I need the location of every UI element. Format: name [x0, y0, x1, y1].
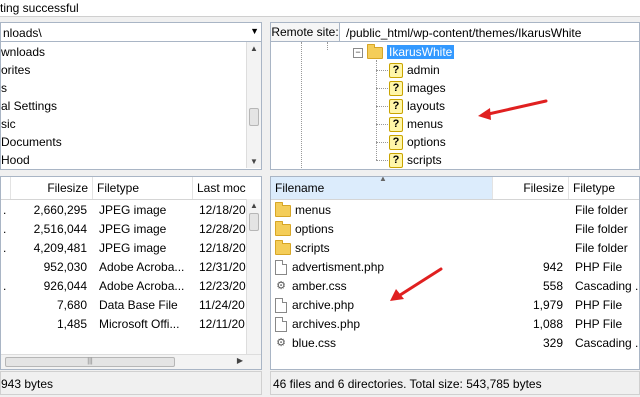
tree-node[interactable]: ? layouts	[389, 97, 445, 115]
tree-branch	[376, 88, 388, 89]
tree-item[interactable]: Documents	[1, 133, 62, 151]
local-list-hscrollbar[interactable]: ||| ▶	[1, 354, 261, 369]
column-header-filesize[interactable]: Filesize	[493, 177, 569, 199]
local-list-scrollbar[interactable]: ▲	[246, 199, 261, 355]
php-file-icon	[275, 298, 287, 314]
remote-path-text: /public_html/wp-content/themes/IkarusWhi…	[346, 26, 582, 40]
table-row[interactable]: archives.php 1,088 PHP File	[271, 315, 639, 334]
folder-icon	[275, 220, 291, 236]
scroll-up-icon[interactable]: ▲	[247, 201, 261, 210]
php-file-icon	[275, 317, 287, 333]
tree-node[interactable]: ? menus	[389, 115, 443, 133]
php-file-icon	[275, 260, 287, 276]
tree-item[interactable]: sic	[1, 115, 16, 133]
table-row[interactable]: scripts File folder	[271, 239, 639, 258]
message-log: ting successful	[0, 0, 640, 17]
column-header-filetype[interactable]: Filetype	[93, 177, 193, 199]
folder-open-icon	[367, 43, 383, 59]
local-path-text: nloads\	[3, 26, 42, 40]
dropdown-arrow-icon[interactable]: ▼	[250, 26, 259, 36]
css-file-icon: ⚙	[276, 280, 286, 293]
remote-site-label: Remote site:	[270, 22, 340, 42]
unknown-folder-icon: ?	[389, 63, 403, 79]
table-row[interactable]: . 2,660,295 JPEG image 12/18/20	[1, 201, 261, 220]
column-header-lastmod[interactable]: Last moc	[193, 177, 261, 199]
table-row[interactable]: . 4,209,481 JPEG image 12/18/20	[1, 239, 261, 258]
tree-node[interactable]: ? admin	[389, 61, 440, 79]
tree-branch	[376, 142, 388, 143]
tree-item[interactable]: wnloads	[1, 43, 45, 61]
scroll-thumb[interactable]: |||	[5, 357, 175, 367]
tree-guide-line	[327, 42, 328, 50]
table-row[interactable]: menus File folder	[271, 201, 639, 220]
scroll-right-icon[interactable]: ▶	[237, 356, 243, 365]
tree-node[interactable]: ? scripts	[389, 151, 442, 169]
tree-item[interactable]: al Settings	[1, 97, 57, 115]
unknown-folder-icon: ?	[389, 117, 403, 133]
table-row[interactable]: options File folder	[271, 220, 639, 239]
folder-icon	[275, 201, 291, 217]
column-header-filesize[interactable]: Filesize	[11, 177, 93, 199]
unknown-folder-icon: ?	[389, 153, 403, 169]
local-tree-scrollbar[interactable]: ▲ ▼	[246, 42, 261, 168]
column-header-filetype[interactable]: Filetype	[569, 177, 639, 199]
table-row[interactable]: archive.php 1,979 PHP File	[271, 296, 639, 315]
local-file-list[interactable]: Filesize Filetype Last moc . 2,660,295 J…	[0, 176, 262, 370]
unknown-folder-icon: ?	[389, 135, 403, 151]
table-row[interactable]: 952,030 Adobe Acroba... 12/31/20	[1, 258, 261, 277]
local-directory-tree[interactable]: wnloads orites s al Settings sic Documen…	[0, 42, 262, 170]
tree-branch	[376, 124, 388, 125]
column-header-filename[interactable]	[1, 177, 11, 199]
tree-node[interactable]: ? images	[389, 79, 446, 97]
css-file-icon: ⚙	[276, 337, 286, 350]
remote-directory-tree[interactable]: − IkarusWhite ? admin ? images ? layouts ? m…	[270, 42, 640, 170]
tree-item[interactable]: orites	[1, 61, 30, 79]
tree-node[interactable]: ? options	[389, 133, 446, 151]
tree-branch	[376, 106, 388, 107]
table-row[interactable]: advertisment.php 942 PHP File	[271, 258, 639, 277]
table-row[interactable]: . 926,044 Adobe Acroba... 12/23/20	[1, 277, 261, 296]
remote-path-combobox[interactable]: /public_html/wp-content/themes/IkarusWhi…	[340, 22, 640, 42]
sort-ascending-icon: ▲	[379, 176, 387, 183]
unknown-folder-icon: ?	[389, 99, 403, 115]
status-message: ting successful	[0, 1, 79, 15]
tree-node-root[interactable]: IkarusWhite	[367, 43, 455, 61]
table-row[interactable]: ⚙ amber.css 558 Cascading ...	[271, 277, 639, 296]
tree-branch	[376, 70, 388, 71]
scroll-thumb[interactable]	[249, 108, 259, 126]
unknown-folder-icon: ?	[389, 81, 403, 97]
tree-branch	[376, 160, 388, 161]
tree-item[interactable]: s	[1, 79, 7, 97]
remote-list-header: Filename ▲ Filesize Filetype	[271, 177, 639, 200]
table-row[interactable]: 7,680 Data Base File 11/24/20	[1, 296, 261, 315]
collapse-toggle-icon[interactable]: −	[353, 48, 363, 58]
remote-file-list[interactable]: Filename ▲ Filesize Filetype menus File …	[270, 176, 640, 370]
table-row[interactable]: ⚙ blue.css 329 Cascading ...	[271, 334, 639, 353]
local-path-combobox[interactable]: nloads\ ▼	[0, 22, 262, 42]
tree-guide-line	[301, 42, 302, 168]
scroll-down-icon[interactable]: ▼	[247, 157, 261, 166]
scroll-thumb[interactable]	[249, 213, 259, 231]
remote-summary: 46 files and 6 directories. Total size: …	[270, 371, 640, 395]
local-list-header: Filesize Filetype Last moc	[1, 177, 261, 200]
scroll-up-icon[interactable]: ▲	[247, 44, 261, 53]
table-row[interactable]: . 2,516,044 JPEG image 12/28/20	[1, 220, 261, 239]
local-summary: 943 bytes	[0, 371, 262, 395]
table-row[interactable]: 1,485 Microsoft Offi... 12/11/20	[1, 315, 261, 334]
tree-guide-line	[376, 60, 377, 160]
folder-icon	[275, 239, 291, 255]
tree-item[interactable]: Hood	[1, 151, 30, 169]
